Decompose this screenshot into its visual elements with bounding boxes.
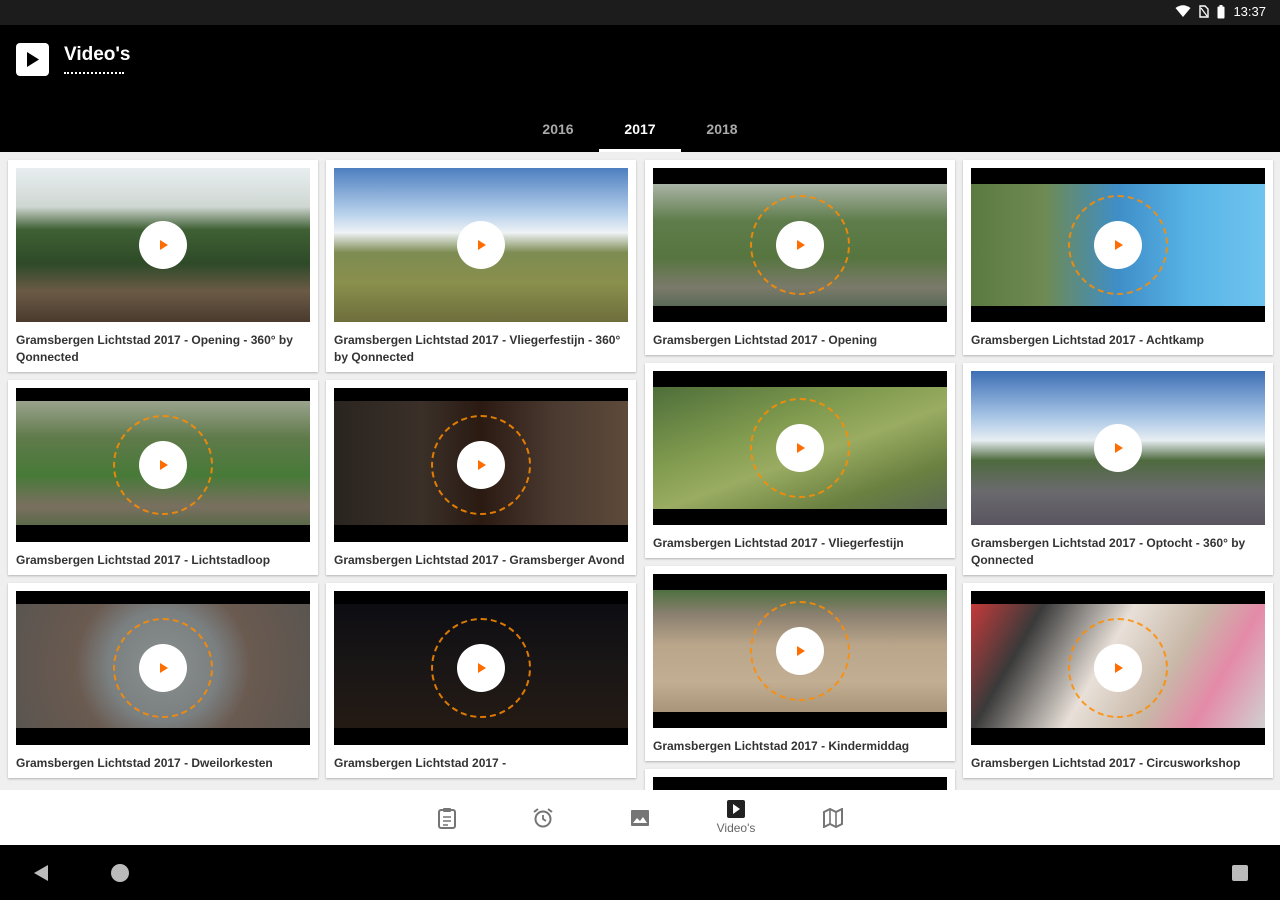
video-thumbnail[interactable] [334,591,628,745]
alarm-clock-icon [533,807,553,827]
video-column: Gramsbergen Lichtstad 2017 - Vliegerfest… [326,160,636,786]
play-icon [1115,240,1123,250]
no-sim-icon [1199,5,1210,18]
video-card[interactable]: Gramsbergen Lichtstad 2017 - Achtkamp [963,160,1273,355]
play-button[interactable] [1094,221,1142,269]
system-navigation-bar [0,845,1280,900]
video-thumbnail[interactable] [334,388,628,542]
video-title: Gramsbergen Lichtstad 2017 - Circusworks… [971,756,1241,770]
wifi-icon [1175,5,1191,17]
play-button[interactable] [776,424,824,472]
video-icon [727,800,745,818]
app-bar: Video's 2016 2017 2018 [0,25,1280,152]
play-button[interactable] [139,644,187,692]
video-card[interactable]: Gramsbergen Lichtstad 2017 - [326,583,636,778]
video-grid[interactable]: Gramsbergen Lichtstad 2017 - Opening - 3… [0,152,1280,790]
tab-2017[interactable]: 2017 [599,105,681,152]
nav-item-photos[interactable] [610,790,670,845]
status-icons: 13:37 [1175,4,1266,19]
video-title: Gramsbergen Lichtstad 2017 - Opening [653,333,878,347]
play-button[interactable] [139,221,187,269]
battery-icon [1217,4,1225,18]
nav-item-map[interactable] [803,790,863,845]
video-card[interactable]: Gramsbergen Lichtstad 2017 - Optocht - 3… [963,363,1273,575]
video-title: Gramsbergen Lichtstad 2017 - Lichtstadlo… [16,553,271,567]
play-button[interactable] [457,644,505,692]
nav-item-alarm[interactable] [513,790,573,845]
play-icon [160,663,168,673]
nav-item-videos[interactable]: Video's [706,790,766,845]
play-button[interactable] [139,441,187,489]
video-card[interactable] [645,769,955,790]
video-card[interactable]: Gramsbergen Lichtstad 2017 - Opening [645,160,955,355]
page-title: Video's [64,44,131,65]
video-thumbnail[interactable] [653,777,947,790]
app-logo-icon [16,43,49,76]
video-column: Gramsbergen Lichtstad 2017 - Opening - 3… [8,160,318,786]
nav-item-program[interactable] [417,790,477,845]
video-card[interactable]: Gramsbergen Lichtstad 2017 - Vliegerfest… [645,363,955,558]
video-title: Gramsbergen Lichtstad 2017 - Opening - 3… [16,333,293,364]
video-card[interactable]: Gramsbergen Lichtstad 2017 - Opening - 3… [8,160,318,372]
video-title: Gramsbergen Lichtstad 2017 - Optocht - 3… [971,536,1246,567]
play-icon [478,663,486,673]
tab-2018[interactable]: 2018 [681,105,763,152]
video-card[interactable]: Gramsbergen Lichtstad 2017 - Gramsberger… [326,380,636,575]
video-card[interactable]: Gramsbergen Lichtstad 2017 - Circusworks… [963,583,1273,778]
play-button[interactable] [1094,644,1142,692]
map-icon [823,807,843,828]
play-button[interactable] [776,627,824,675]
play-icon [797,240,805,250]
video-thumbnail[interactable] [334,168,628,322]
video-thumbnail[interactable] [653,574,947,728]
home-icon[interactable] [110,863,130,883]
video-card[interactable]: Gramsbergen Lichtstad 2017 - Lichtstadlo… [8,380,318,575]
video-title: Gramsbergen Lichtstad 2017 - Achtkamp [971,333,1204,347]
title-underline [64,72,124,74]
video-title: Gramsbergen Lichtstad 2017 - Dweilorkest… [16,756,273,770]
play-icon [797,646,805,656]
play-icon [478,240,486,250]
video-title: Gramsbergen Lichtstad 2017 - Vliegerfest… [334,333,621,364]
video-title: Gramsbergen Lichtstad 2017 - Gramsberger… [334,553,625,567]
image-icon [631,809,649,826]
video-column: Gramsbergen Lichtstad 2017 - Opening Gra… [645,160,955,790]
video-card[interactable]: Gramsbergen Lichtstad 2017 - Dweilorkest… [8,583,318,778]
video-title: Gramsbergen Lichtstad 2017 - [334,756,507,770]
play-icon [160,460,168,470]
tab-2016[interactable]: 2016 [517,105,599,152]
play-icon [1115,663,1123,673]
video-thumbnail[interactable] [16,168,310,322]
video-thumbnail[interactable] [653,371,947,525]
video-card[interactable]: Gramsbergen Lichtstad 2017 - Vliegerfest… [326,160,636,372]
video-thumbnail[interactable] [971,591,1265,745]
status-time: 13:37 [1233,4,1266,19]
video-card[interactable]: Gramsbergen Lichtstad 2017 - Kindermidda… [645,566,955,761]
year-tabs: 2016 2017 2018 [517,105,763,152]
play-button[interactable] [776,221,824,269]
status-bar: 13:37 [0,0,1280,25]
back-icon[interactable] [32,864,50,882]
play-button[interactable] [457,221,505,269]
play-button[interactable] [457,441,505,489]
video-column: Gramsbergen Lichtstad 2017 - Achtkamp Gr… [963,160,1273,786]
video-thumbnail[interactable] [16,388,310,542]
video-thumbnail[interactable] [971,168,1265,322]
video-title: Gramsbergen Lichtstad 2017 - Kindermidda… [653,739,910,753]
nav-label-videos: Video's [716,821,756,835]
video-thumbnail[interactable] [653,168,947,322]
bottom-navigation: Video's [0,790,1280,845]
video-thumbnail[interactable] [971,371,1265,525]
play-icon [160,240,168,250]
video-title: Gramsbergen Lichtstad 2017 - Vliegerfest… [653,536,904,550]
play-button[interactable] [1094,424,1142,472]
play-icon [1115,443,1123,453]
play-icon [478,460,486,470]
clipboard-icon [438,807,456,829]
recents-icon[interactable] [1231,864,1249,882]
video-thumbnail[interactable] [16,591,310,745]
play-icon [797,443,805,453]
